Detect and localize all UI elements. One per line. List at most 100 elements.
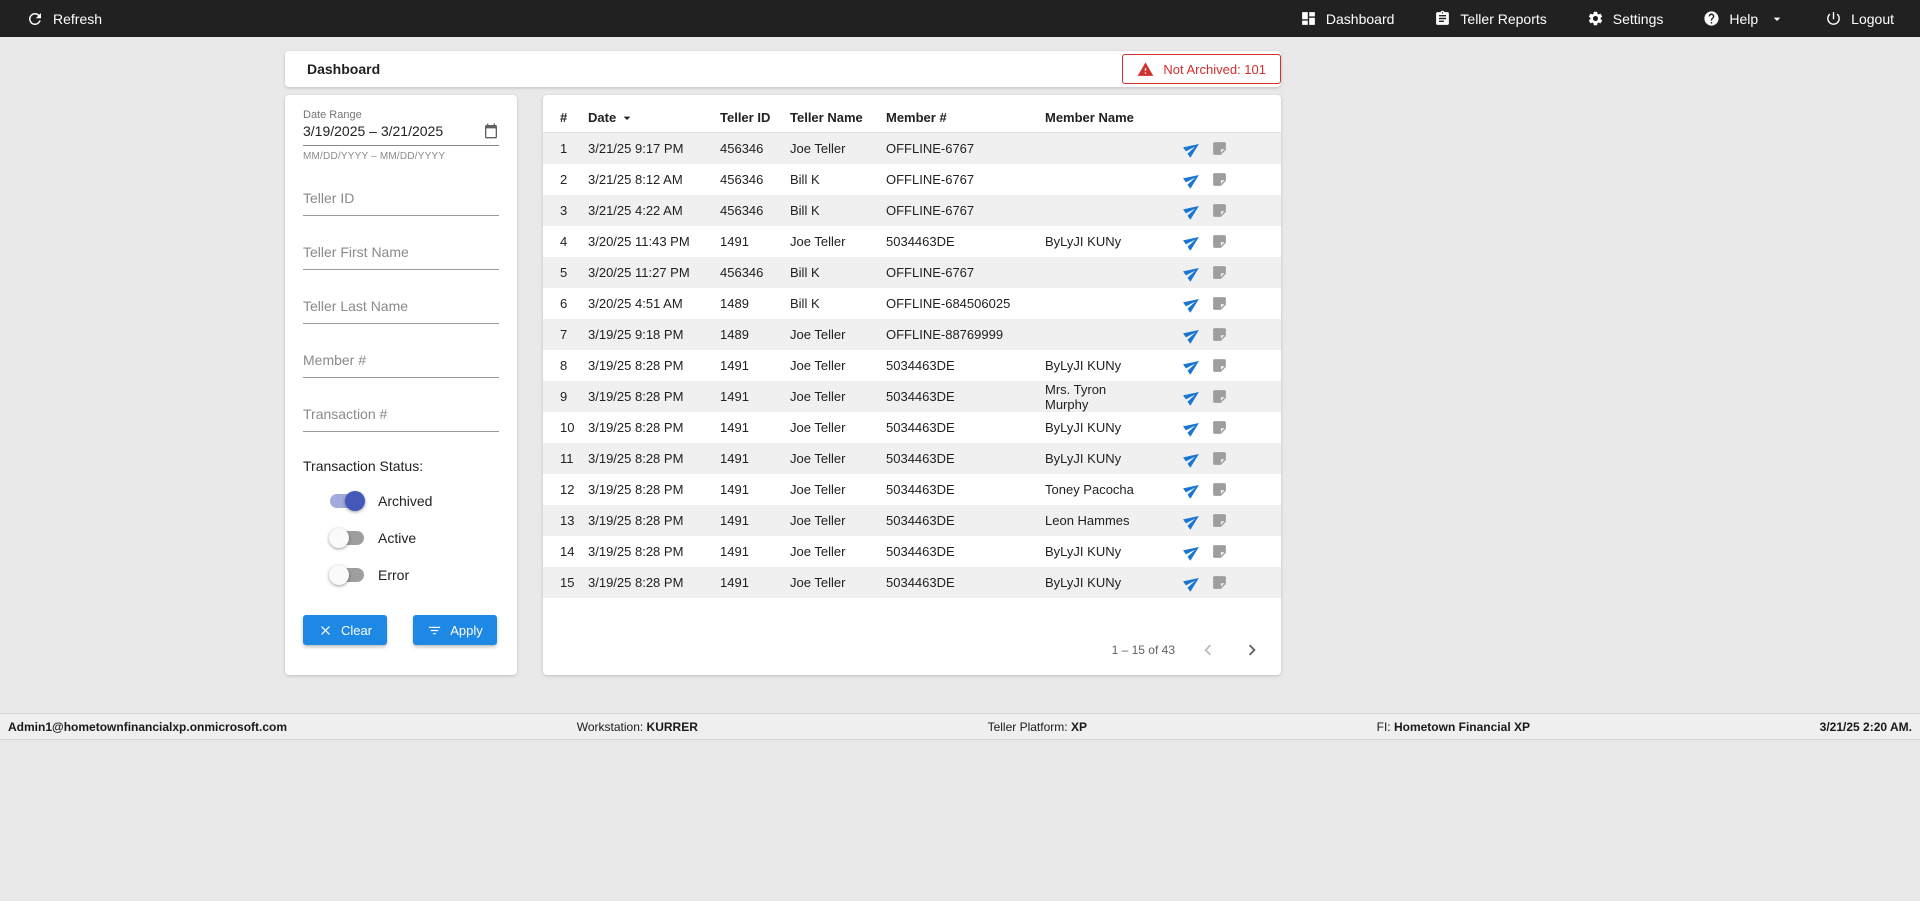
toggle-error-label: Error: [378, 567, 410, 583]
note-icon[interactable]: [1211, 512, 1228, 529]
cell-date: 3/20/25 11:27 PM: [588, 265, 690, 280]
note-icon[interactable]: [1211, 388, 1228, 405]
toggle-archived-switch[interactable]: [329, 491, 365, 511]
nav-dashboard[interactable]: Dashboard: [1300, 10, 1394, 27]
send-icon[interactable]: [1183, 171, 1201, 189]
cell-teller-name: Joe Teller: [790, 420, 846, 435]
nav-logout[interactable]: Logout: [1825, 10, 1894, 27]
settings-gear-icon: [1587, 10, 1604, 27]
column-header-date[interactable]: Date: [588, 110, 720, 126]
note-icon[interactable]: [1211, 574, 1228, 591]
note-icon[interactable]: [1211, 326, 1228, 343]
send-icon[interactable]: [1183, 388, 1201, 406]
send-icon[interactable]: [1183, 295, 1201, 313]
table-row[interactable]: 6 3/20/25 4:51 AM 1489 Bill K OFFLINE-68…: [543, 288, 1281, 319]
note-icon[interactable]: [1211, 264, 1228, 281]
column-header-date-label: Date: [588, 110, 617, 125]
table-row[interactable]: 2 3/21/25 8:12 AM 456346 Bill K OFFLINE-…: [543, 164, 1281, 195]
apply-button[interactable]: Apply: [413, 615, 497, 645]
table-row[interactable]: 15 3/19/25 8:28 PM 1491 Joe Teller 50344…: [543, 567, 1281, 598]
teller-first-name-input[interactable]: [303, 244, 499, 260]
note-icon[interactable]: [1211, 171, 1228, 188]
page-title: Dashboard: [307, 61, 381, 77]
nav-settings[interactable]: Settings: [1587, 10, 1663, 27]
send-icon[interactable]: [1183, 264, 1201, 282]
note-icon[interactable]: [1211, 140, 1228, 157]
next-page-button[interactable]: [1241, 639, 1263, 661]
cell-member-name: Mrs. Tyron Murphy: [1045, 381, 1107, 412]
previous-page-button[interactable]: [1197, 639, 1219, 661]
cell-row-number: 4: [560, 234, 568, 249]
send-icon[interactable]: [1183, 543, 1201, 561]
not-archived-badge[interactable]: Not Archived: 101: [1122, 54, 1281, 84]
transaction-number-input[interactable]: [303, 406, 499, 422]
send-icon[interactable]: [1183, 202, 1201, 220]
cell-teller-id: 456346: [720, 265, 764, 280]
table-row[interactable]: 1 3/21/25 9:17 PM 456346 Joe Teller OFFL…: [543, 133, 1281, 164]
table-row[interactable]: 12 3/19/25 8:28 PM 1491 Joe Teller 50344…: [543, 474, 1281, 505]
teller-id-input[interactable]: [303, 190, 499, 206]
send-icon[interactable]: [1183, 450, 1201, 468]
table-row[interactable]: 8 3/19/25 8:28 PM 1491 Joe Teller 503446…: [543, 350, 1281, 381]
send-icon[interactable]: [1183, 326, 1201, 344]
cell-member-number: 5034463DE: [886, 513, 955, 528]
send-icon[interactable]: [1183, 574, 1201, 592]
member-number-input[interactable]: [303, 352, 499, 368]
note-icon[interactable]: [1211, 450, 1228, 467]
send-icon[interactable]: [1183, 140, 1201, 158]
send-icon[interactable]: [1183, 357, 1201, 375]
cell-teller-id: 1489: [720, 296, 749, 311]
cell-teller-id: 1491: [720, 451, 749, 466]
table-row[interactable]: 10 3/19/25 8:28 PM 1491 Joe Teller 50344…: [543, 412, 1281, 443]
table-row[interactable]: 14 3/19/25 8:28 PM 1491 Joe Teller 50344…: [543, 536, 1281, 567]
note-icon[interactable]: [1211, 357, 1228, 374]
clear-button[interactable]: Clear: [303, 615, 387, 645]
cell-teller-name: Bill K: [790, 172, 820, 187]
table-row[interactable]: 7 3/19/25 9:18 PM 1489 Joe Teller OFFLIN…: [543, 319, 1281, 350]
note-icon[interactable]: [1211, 419, 1228, 436]
logout-power-icon: [1825, 10, 1842, 27]
cell-teller-name: Bill K: [790, 203, 820, 218]
date-range-helper: MM/DD/YYYY – MM/DD/YYYY: [303, 151, 446, 162]
table-row[interactable]: 13 3/19/25 8:28 PM 1491 Joe Teller 50344…: [543, 505, 1281, 536]
not-archived-label: Not Archived: 101: [1163, 61, 1266, 77]
cell-teller-name: Joe Teller: [790, 482, 846, 497]
toggle-error-switch[interactable]: [329, 565, 365, 585]
cell-member-number: OFFLINE-88769999: [886, 327, 1004, 342]
send-icon[interactable]: [1183, 419, 1201, 437]
toggle-active-switch[interactable]: [329, 528, 365, 548]
date-range-input[interactable]: [303, 123, 483, 139]
note-icon[interactable]: [1211, 543, 1228, 560]
table-row[interactable]: 9 3/19/25 8:28 PM 1491 Joe Teller 503446…: [543, 381, 1281, 412]
teller-last-name-input[interactable]: [303, 298, 499, 314]
note-icon[interactable]: [1211, 481, 1228, 498]
table-row[interactable]: 3 3/21/25 4:22 AM 456346 Bill K OFFLINE-…: [543, 195, 1281, 226]
note-icon[interactable]: [1211, 295, 1228, 312]
cell-member-number: OFFLINE-6767: [886, 203, 975, 218]
refresh-button[interactable]: Refresh: [26, 10, 102, 28]
refresh-icon: [26, 10, 44, 28]
footer-fi-label: FI:: [1376, 719, 1391, 734]
nav-help[interactable]: Help: [1703, 10, 1785, 27]
nav-teller-reports[interactable]: Teller Reports: [1434, 10, 1547, 27]
footer-workstation-label: Workstation:: [576, 719, 644, 734]
cell-row-number: 7: [560, 327, 568, 342]
table-row[interactable]: 4 3/20/25 11:43 PM 1491 Joe Teller 50344…: [543, 226, 1281, 257]
send-icon[interactable]: [1183, 233, 1201, 251]
calendar-icon[interactable]: [483, 123, 499, 139]
top-navigation-bar: Refresh Dashboard Teller Reports Setting…: [0, 0, 1920, 37]
send-icon[interactable]: [1183, 481, 1201, 499]
table-row[interactable]: 5 3/20/25 11:27 PM 456346 Bill K OFFLINE…: [543, 257, 1281, 288]
cell-teller-id: 1491: [720, 513, 749, 528]
table-row[interactable]: 11 3/19/25 8:28 PM 1491 Joe Teller 50344…: [543, 443, 1281, 474]
toggle-archived[interactable]: Archived: [329, 491, 499, 511]
cell-row-number: 12: [560, 482, 575, 497]
toggle-active[interactable]: Active: [329, 528, 499, 548]
nav-logout-label: Logout: [1851, 10, 1894, 27]
note-icon[interactable]: [1211, 202, 1228, 219]
toggle-active-label: Active: [378, 530, 417, 546]
send-icon[interactable]: [1183, 512, 1201, 530]
note-icon[interactable]: [1211, 233, 1228, 250]
date-range-label: Date Range: [303, 109, 362, 121]
toggle-error[interactable]: Error: [329, 565, 499, 585]
